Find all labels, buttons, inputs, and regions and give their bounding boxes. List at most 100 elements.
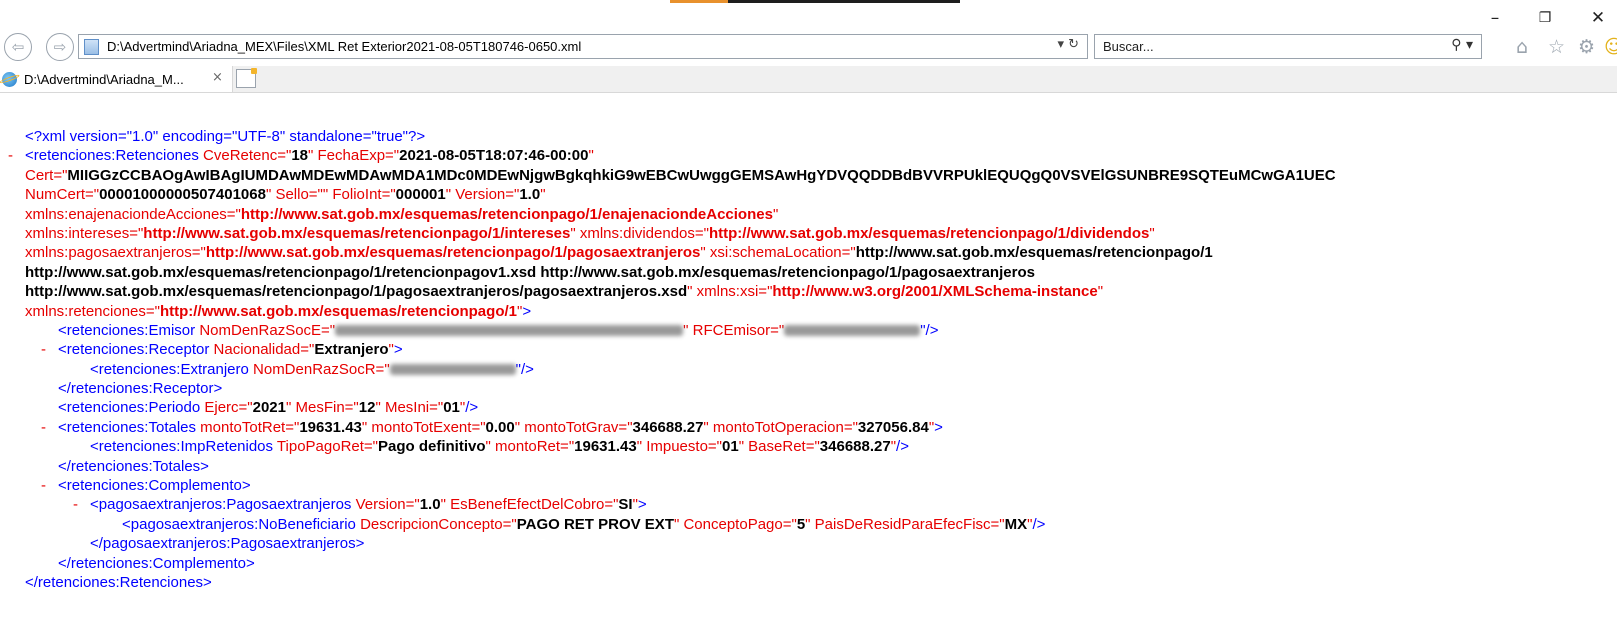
tab-strip: D:\Advertmind\Ariadna_M... × [0,66,1617,93]
xml-tag: <retenciones:Retenciones [25,147,204,165]
xml-attr: xmlns:intereses=" [25,224,144,242]
forward-arrow-icon: ⇨ [53,38,67,56]
xml-attr: " PaisDeResidParaEfecFisc=" [805,515,1005,533]
xml-value: 346688.27 [819,438,891,456]
xml-line: </retenciones:Complemento> [8,554,1336,573]
xml-value: Pago definitivo [378,438,486,456]
xml-value: 19631.43 [574,438,637,456]
star-icon[interactable]: ☆ [1548,36,1565,58]
close-window-button[interactable]: ✕ [1583,6,1613,30]
xml-line: - <retenciones:Complemento> [8,476,1336,495]
xml-attr: " montoTotGrav=" [514,418,633,436]
xml-attr: NomDenRazSocR=" [253,360,390,378]
address-text[interactable]: D:\Advertmind\Ariadna_MEX\Files\XML Ret … [107,39,581,54]
xml-value: 1.0 [419,496,441,514]
xml-line: - <retenciones:Receptor Nacionalidad="Ext… [8,340,1336,359]
xml-line: xmlns:pagosaextranjeros="http://www.sat.… [8,243,1336,262]
xml-attr: " [772,205,779,223]
collapse-toggle[interactable]: - [41,476,46,495]
xml-attr: DescripcionConcepto=" [360,515,517,533]
xml-line: <pagosaextranjeros:NoBeneficiario Descri… [8,515,1336,534]
tab-close-button[interactable]: × [212,70,223,85]
xml-tag: /> [465,399,479,417]
xml-tag: </pagosaextranjeros:Pagosaextranjeros> [90,535,365,553]
xml-value: 0.00 [485,418,515,436]
xml-attr: " EsBenefEfectDelCobro=" [440,496,619,514]
xml-line: </pagosaextranjeros:Pagosaextranjeros> [8,534,1336,553]
xml-ns-value: http://www.sat.gob.mx/esquemas/retencion… [240,205,773,223]
xml-line: - <retenciones:Totales montoTotRet="19631… [8,418,1336,437]
xml-value: MIIGGzCCBAOgAwIBAgIUMDAwMDEwMDAwMDA1MDc0… [67,166,1336,184]
new-tab-icon[interactable] [236,68,257,88]
xml-value: 1.0 [519,186,541,204]
search-box[interactable]: Buscar... ⚲ ▾ [1094,34,1482,59]
xml-line: xmlns:intereses=" http://www.sat.gob.mx/e… [8,224,1336,243]
xml-attr: " RFCEmisor=" [683,321,785,339]
xml-attr: Version=" [355,496,420,514]
xml-attr: Nacionalidad=" [213,341,315,359]
collapse-toggle[interactable]: - [41,340,46,359]
xml-document: <?xml version="1.0" encoding="UTF-8" sta… [8,127,1336,592]
home-icon[interactable]: ⌂ [1516,36,1528,58]
xml-attr: " xsi:schemaLocation=" [700,244,856,262]
navigation-bar: ⇦ ⇨ D:\Advertmind\Ariadna_MEX\Files\XML … [0,31,1617,65]
xml-tag: <retenciones:Periodo [58,399,205,417]
xml-ns-value: http://www.w3.org/2001/XMLSchema-instanc… [772,283,1098,301]
xml-attr: CveRetenc=" [203,147,292,165]
tab-active[interactable]: D:\Advertmind\Ariadna_M... × [0,66,233,92]
xml-tag: /> [896,438,909,456]
xml-line: </retenciones:Totales> [8,457,1336,476]
xml-attr: " BaseRet=" [738,438,820,456]
xml-attr: " FolioInt=" [322,186,396,204]
collapse-toggle[interactable]: - [41,418,46,437]
xml-value: 01 [443,399,460,417]
search-input[interactable]: Buscar... [1103,39,1154,54]
redacted-name [335,325,684,337]
xml-value: MX [1004,515,1028,533]
xml-attr: " [588,147,594,165]
collapse-toggle[interactable]: - [73,495,78,514]
xml-value: 2021-08-05T18:07:46-00:00 [399,147,589,165]
gear-icon[interactable]: ⚙ [1578,36,1595,58]
restore-button[interactable]: ❐ [1530,6,1560,30]
collapse-toggle[interactable]: - [8,146,13,165]
tab-title[interactable]: D:\Advertmind\Ariadna_M... [24,72,184,87]
xml-line: - <retenciones:Retenciones CveRetenc="18"… [8,146,1336,165]
redacted-rfc [784,325,921,337]
xml-value: 18 [291,147,309,165]
smiley-icon[interactable]: ☺ [1604,36,1617,58]
xml-attr: " [1149,224,1155,242]
xml-attr: " FechaExp=" [308,147,400,165]
xml-attr: xmlns:pagosaextranjeros=" [25,244,206,262]
xml-value: 5 [796,515,806,533]
xml-tag: </retenciones:Receptor> [58,380,223,398]
search-icon[interactable]: ⚲ ▾ [1451,37,1473,53]
xml-value: 2021 [252,399,286,417]
forward-button[interactable]: ⇨ [46,33,74,61]
address-bar[interactable]: D:\Advertmind\Ariadna_MEX\Files\XML Ret … [78,34,1088,59]
xml-value: 19631.43 [299,418,362,436]
xml-value: http://www.sat.gob.mx/esquemas/retencion… [855,244,1213,262]
xml-value: 12 [358,399,376,417]
minimize-button[interactable]: – [1480,6,1510,30]
back-button[interactable]: ⇦ [4,33,32,61]
xml-declaration: <?xml version="1.0" encoding="UTF-8" sta… [25,128,426,145]
xml-attr: " montoTotExent=" [361,418,486,436]
document-icon [84,38,99,55]
xml-ns-value: http://www.sat.gob.mx/esquemas/retencion… [708,224,1150,242]
xml-attr: " xmlns:xsi=" [687,283,773,301]
xml-tag: > [934,418,943,436]
xml-attr: " xmlns:dividendos=" [570,224,709,242]
xml-attr: " [540,186,546,204]
xml-tag: > [393,341,403,359]
xml-tag: > [637,496,647,514]
xml-value: 00001000000507401068 [99,186,266,204]
address-dropdown-refresh[interactable]: ▾ ↻ [1057,37,1079,52]
xml-ns-value: http://www.sat.gob.mx/esquemas/retencion… [205,244,701,262]
xml-tag: <retenciones:Receptor [58,341,214,359]
xml-value: 327056.84 [857,418,929,436]
xml-attr: " MesFin=" [286,399,359,417]
xml-attr: " montoTotOperacion=" [703,418,858,436]
xml-tag: </retenciones:Complemento> [58,554,255,572]
xml-value: SI [618,496,633,514]
